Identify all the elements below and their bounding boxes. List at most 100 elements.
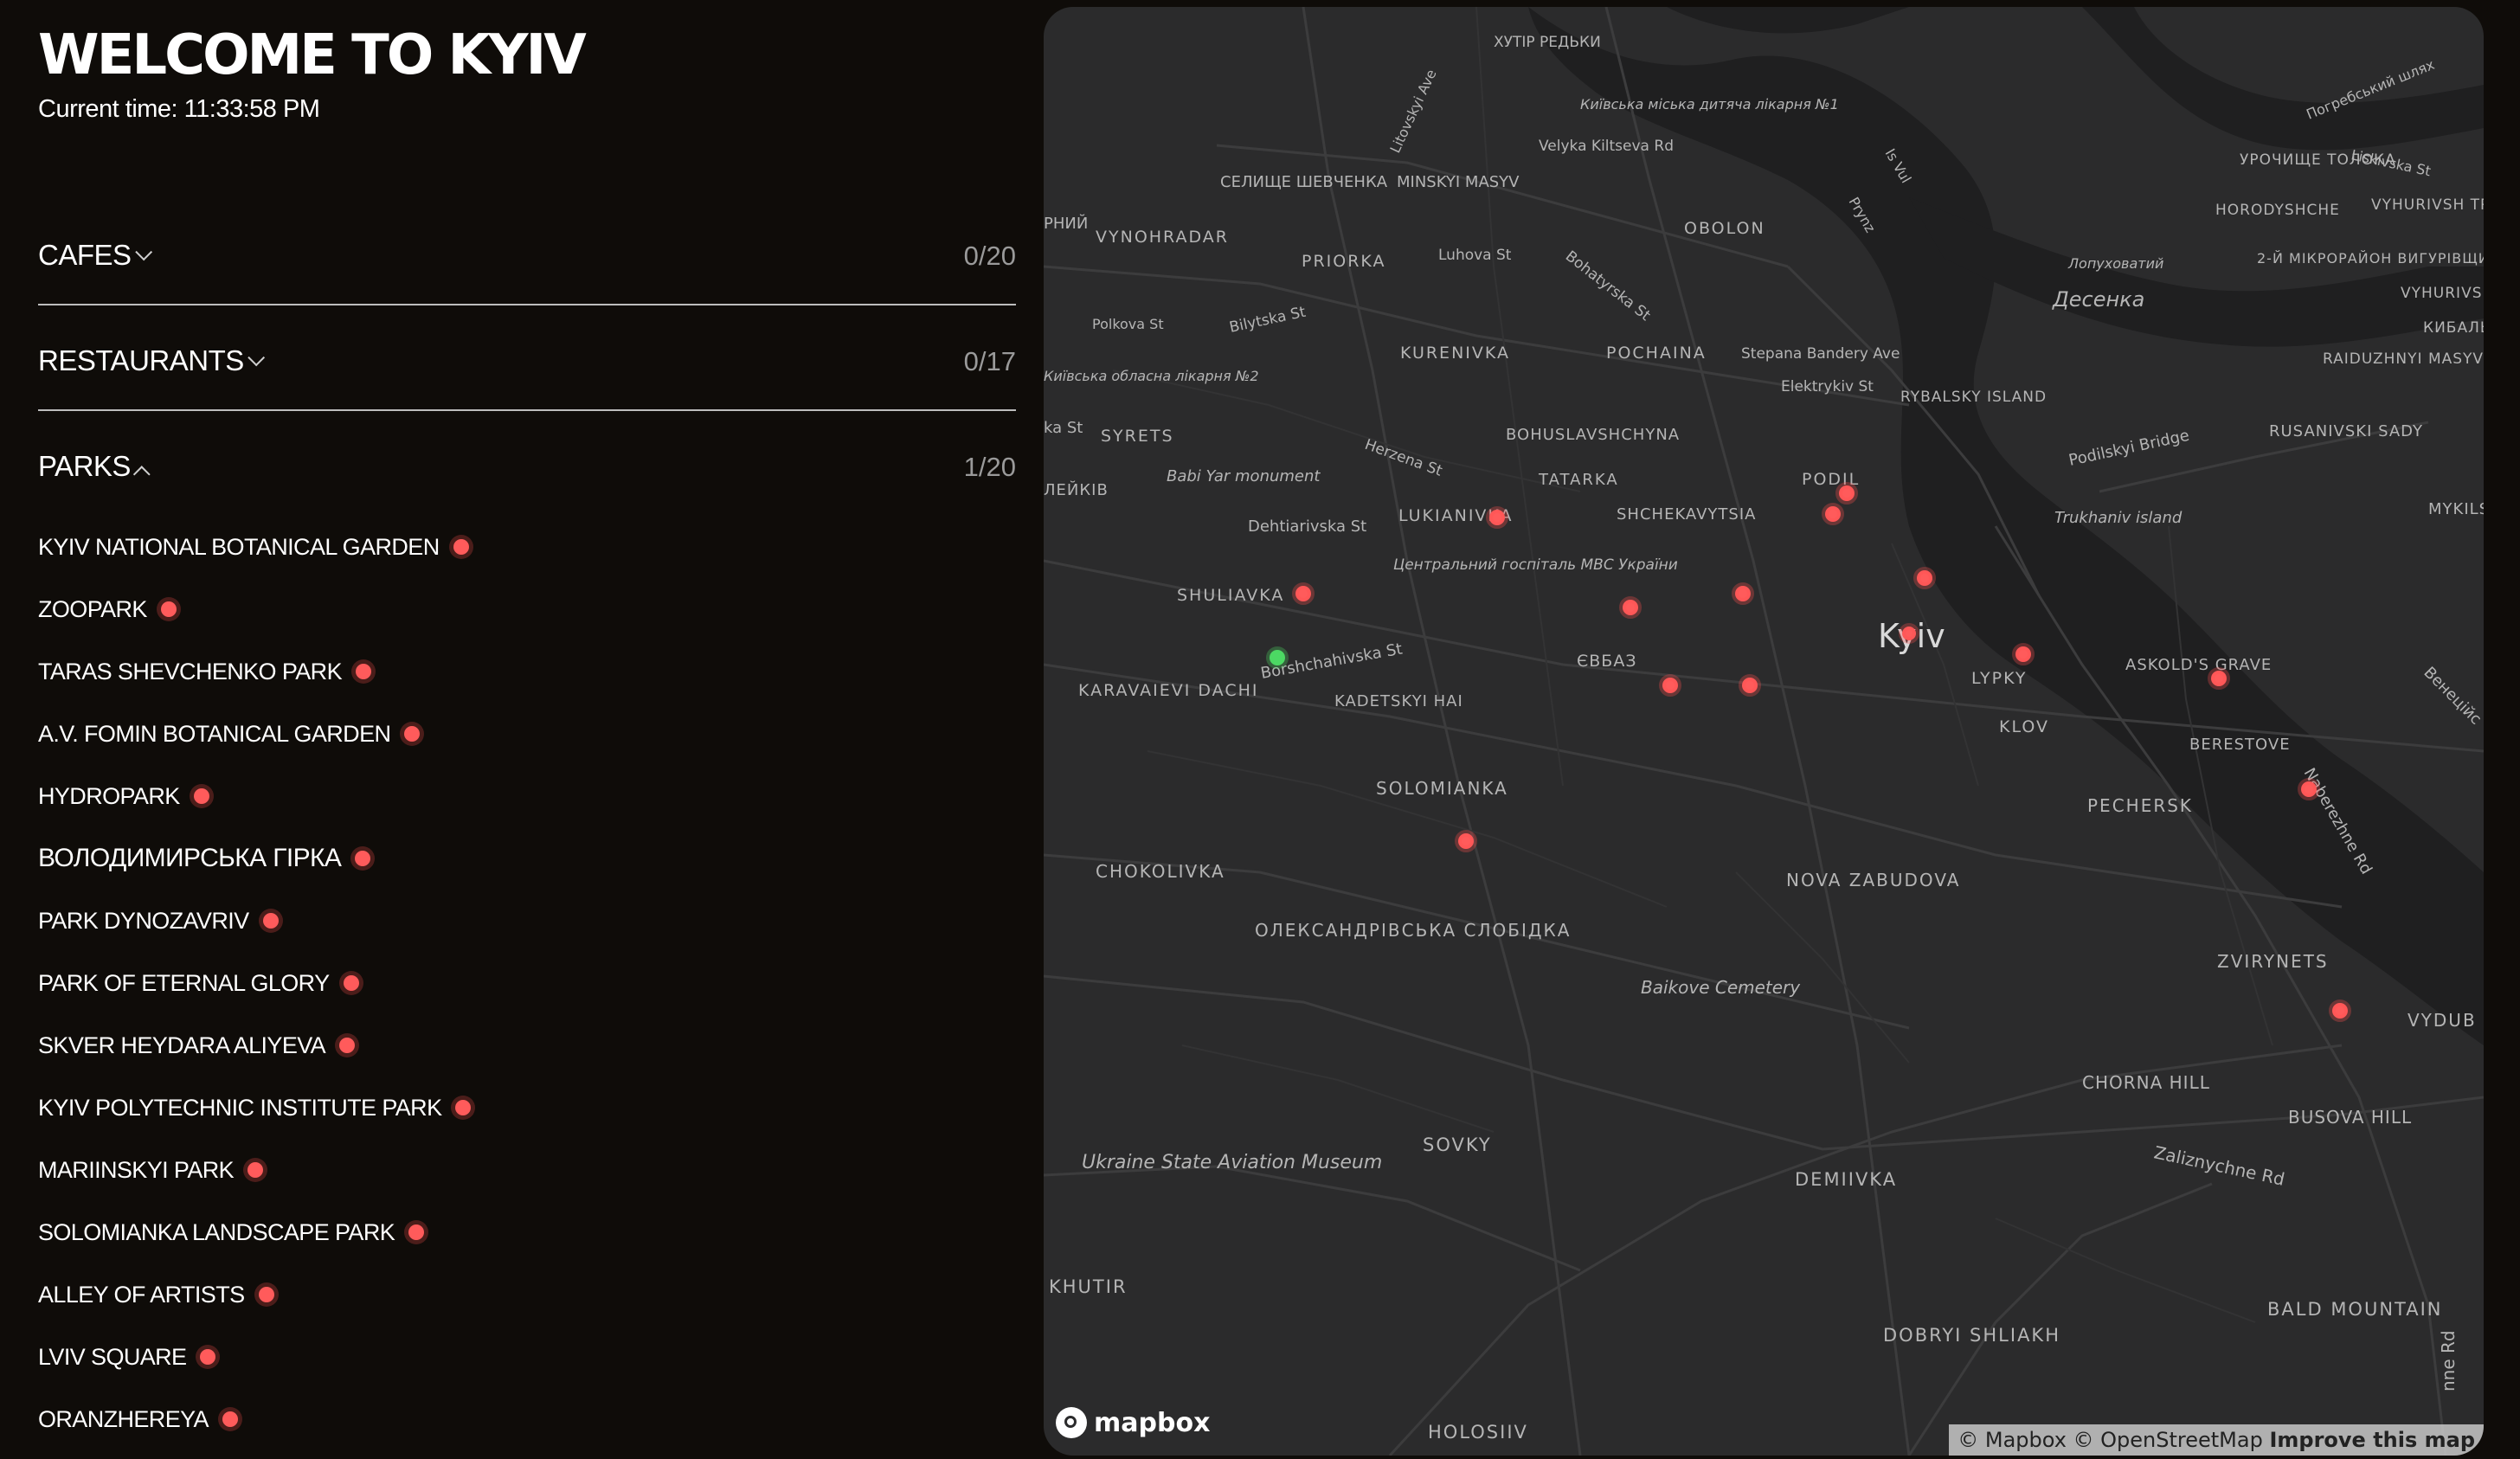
status-dot-icon <box>355 851 371 866</box>
parks-list: KYIV NATIONAL BOTANICAL GARDEN ZOOPARK T… <box>38 516 644 1450</box>
map-marker[interactable] <box>2298 778 2320 800</box>
map-label: Zaliznychne Rd <box>2152 1141 2286 1189</box>
map-label: SOVKY <box>1423 1134 1492 1155</box>
map-marker[interactable] <box>2329 999 2351 1022</box>
map-label: Stepana Bandery Ave <box>1741 345 1900 363</box>
map-label: ka St <box>1044 419 1083 437</box>
map-label: CHORNA HILL <box>2082 1072 2210 1093</box>
mapbox-logo[interactable]: mapbox <box>1056 1407 1210 1438</box>
cafes-toggle[interactable]: CAFES 0/20 <box>38 228 1016 277</box>
map-label: LYPKY <box>1971 669 2028 688</box>
list-item[interactable]: ZOOPARK <box>38 578 644 640</box>
map-marker[interactable] <box>1835 482 1858 505</box>
map-marker[interactable] <box>2012 643 2035 665</box>
status-dot-icon <box>160 601 177 617</box>
map-marker[interactable] <box>2208 667 2230 690</box>
map-marker[interactable] <box>1899 623 1919 644</box>
list-item[interactable]: LVIV SQUARE <box>38 1326 644 1388</box>
list-item[interactable]: HYDROPARK <box>38 765 644 827</box>
map-label: ЄВБАЗ <box>1577 652 1637 671</box>
map-label: NOVA ZABUDOVA <box>1786 870 1960 890</box>
status-dot-icon <box>355 664 371 679</box>
status-dot-icon <box>343 975 359 991</box>
map-label: Podilskyi Bridge <box>2067 427 2191 470</box>
map-label: MYKILS SLOBID <box>2428 500 2484 518</box>
map-layer: ХУТІР РЕДЬКИ Київська міська дитяча ліка… <box>1044 7 2484 1456</box>
map-label: Ukraine State Aviation Museum <box>1082 1152 1382 1173</box>
list-item[interactable]: PARK DYNOZAVRIV <box>38 890 644 952</box>
map-label: ХУТІР РЕДЬКИ <box>1494 34 1601 51</box>
mapbox-icon <box>1056 1407 1087 1438</box>
divider <box>38 304 1016 305</box>
map-label: Polkova St <box>1092 316 1164 332</box>
map-label: DEMIIVKA <box>1795 1169 1897 1190</box>
river-north <box>2082 7 2484 151</box>
map-label: KLOV <box>1999 717 2049 736</box>
list-item[interactable]: ВОЛОДИМИРСЬКА ГІРКА <box>38 827 644 890</box>
parks-count: 1/20 <box>963 452 1016 482</box>
map-label: Babi Yar monument <box>1167 467 1321 485</box>
map-label: Bilytska St <box>1228 304 1308 337</box>
map-label: ASKOLD'S GRAVE <box>2125 656 2272 674</box>
list-item[interactable]: PARK OF ETERNAL GLORY <box>38 952 644 1014</box>
list-item[interactable]: TARAS SHEVCHENKO PARK <box>38 640 644 703</box>
current-time: Current time: 11:33:58 PM <box>38 95 320 123</box>
list-item[interactable]: ORANZHEREYA <box>38 1388 644 1450</box>
map-label: CHOKOLIVKA <box>1096 861 1225 882</box>
chevron-up-icon <box>132 466 151 484</box>
divider <box>38 409 1016 411</box>
restaurants-toggle[interactable]: RESTAURANTS 0/17 <box>38 334 1016 382</box>
section-label: PARKS <box>38 450 151 484</box>
map-marker[interactable] <box>1732 582 1754 605</box>
map-canvas[interactable]: ХУТІР РЕДЬКИ Київська міська дитяча ліка… <box>1044 7 2484 1456</box>
map-marker[interactable] <box>1913 567 1936 589</box>
list-item[interactable]: MARIINSKYI PARK <box>38 1139 644 1201</box>
map-attribution: © Mapbox © OpenStreetMap Improve this ma… <box>1949 1424 2484 1456</box>
status-dot-icon <box>258 1287 274 1302</box>
list-item[interactable]: A.V. FOMIN BOTANICAL GARDEN <box>38 703 644 765</box>
map-label: PRIORKA <box>1302 252 1386 271</box>
map-label: Baikove Cemetery <box>1641 977 1801 998</box>
map-label: KARAVAIEVI DACHI <box>1078 681 1258 700</box>
map-label: Венеційс <box>2420 664 2484 729</box>
map-label: SYRETS <box>1101 427 1174 446</box>
list-item[interactable]: SOLOMIANKA LANDSCAPE PARK <box>38 1201 644 1263</box>
map-label: РНИЙ <box>1044 214 1088 233</box>
status-dot-icon <box>200 1349 216 1365</box>
map-label: KADETSKYI HAI <box>1334 692 1463 710</box>
map-marker[interactable] <box>1486 506 1508 529</box>
map-marker[interactable] <box>1739 674 1761 697</box>
map-label: BUSOVA HILL <box>2288 1107 2412 1128</box>
status-dot-icon <box>339 1038 356 1053</box>
list-item[interactable]: ALLEY OF ARTISTS <box>38 1263 644 1326</box>
attribution-text: © Mapbox © OpenStreetMap <box>1958 1428 2263 1452</box>
map-label: ЛЕЙКІВ <box>1044 480 1109 499</box>
map-label: DOBRYI SHLIAKH <box>1883 1325 2060 1346</box>
map-marker[interactable] <box>1455 830 1477 852</box>
map-label: Київська міська дитяча лікарня №1 <box>1580 96 1839 112</box>
chevron-down-icon <box>248 349 265 367</box>
map-label: Trukhaniv island <box>2054 509 2182 527</box>
section-restaurants: RESTAURANTS 0/17 <box>38 334 1016 382</box>
map-label: Десенка <box>2052 287 2144 312</box>
map-marker[interactable] <box>1619 596 1642 619</box>
map-label: Litovskyi Ave <box>1386 67 1439 156</box>
map-label: KHUTIR <box>1049 1276 1128 1297</box>
map-label: Bohatyrska St <box>1562 247 1654 325</box>
map-marker[interactable] <box>1822 503 1844 525</box>
map-marker[interactable] <box>1659 674 1681 697</box>
list-item[interactable]: KYIV NATIONAL BOTANICAL GARDEN <box>38 516 644 578</box>
list-item[interactable]: SKVER HEYDARA ALIYEVA <box>38 1014 644 1077</box>
map-label: SHCHEKAVYTSIA <box>1617 505 1756 524</box>
list-item[interactable]: KYIV POLYTECHNIC INSTITUTE PARK <box>38 1077 644 1139</box>
parks-toggle[interactable]: PARKS 1/20 <box>38 440 1016 488</box>
map-marker-visited[interactable] <box>1266 646 1289 669</box>
section-label: RESTAURANTS <box>38 344 265 377</box>
map-label: RAIDUZHNYI MASYV <box>2323 350 2484 368</box>
improve-map-link[interactable]: Improve this map <box>2269 1428 2475 1452</box>
map-label: BALD MOUNTAIN <box>2267 1299 2443 1320</box>
map-marker[interactable] <box>1292 582 1315 605</box>
map-label: HORODYSHCHE <box>2215 202 2340 219</box>
status-dot-icon <box>408 1224 425 1240</box>
map-label: HOLOSIIV <box>1428 1422 1528 1443</box>
